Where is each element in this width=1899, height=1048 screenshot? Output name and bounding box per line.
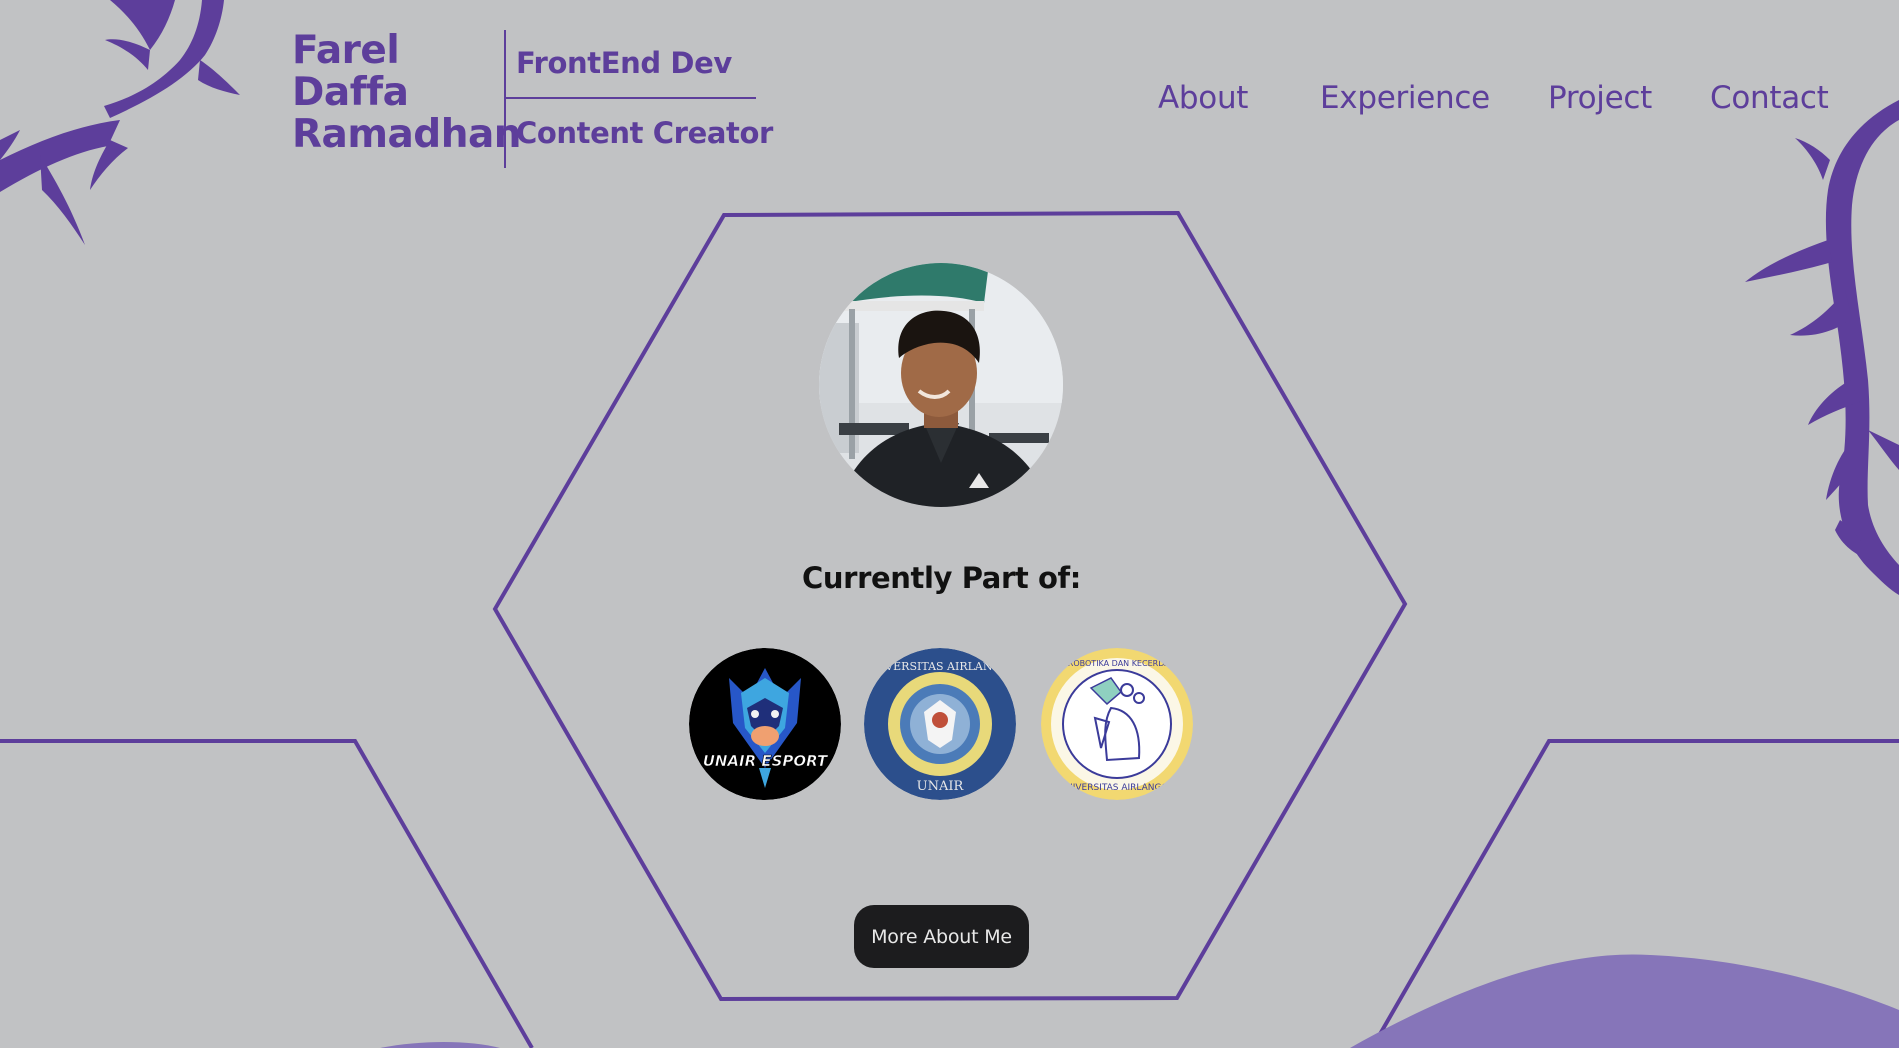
unair-seal-text-bottom: UNAIR bbox=[917, 779, 965, 794]
left-hexagon-outline bbox=[0, 739, 534, 1048]
thorn-vine-right bbox=[1745, 100, 1899, 595]
esport-logo-text: UNAIR ESPORT bbox=[703, 752, 829, 770]
nav-contact[interactable]: Contact bbox=[1710, 80, 1829, 116]
role-frontend: FrontEnd Dev bbox=[516, 46, 732, 80]
name-first: Farel bbox=[292, 28, 400, 73]
role-content-creator: Content Creator bbox=[516, 116, 773, 150]
bottom-wave bbox=[1350, 954, 1899, 1048]
currently-part-of-heading: Currently Part of: bbox=[802, 561, 1081, 595]
universitas-airlangga-seal-icon[interactable]: UNIVERSITAS AIRLANGGA UNAIR bbox=[864, 648, 1016, 800]
hima-trkb-logo-icon[interactable]: HIMA TEKNIK ROBOTIKA DAN KECERDASAN BUAT… bbox=[1041, 648, 1193, 800]
main-nav: About Experience Project Contact bbox=[0, 80, 1899, 120]
nav-experience[interactable]: Experience bbox=[1320, 80, 1490, 116]
background-decoration bbox=[0, 0, 1899, 1048]
nav-about[interactable]: About bbox=[1158, 80, 1248, 116]
nav-project[interactable]: Project bbox=[1548, 80, 1652, 116]
profile-photo bbox=[819, 263, 1063, 507]
thorn-vine-top-left bbox=[0, 0, 240, 245]
name-last: Ramadhan bbox=[292, 112, 522, 157]
unair-esport-logo-icon[interactable]: UNAIR ESPORT bbox=[689, 648, 841, 800]
more-about-me-button[interactable]: More About Me bbox=[854, 905, 1029, 968]
